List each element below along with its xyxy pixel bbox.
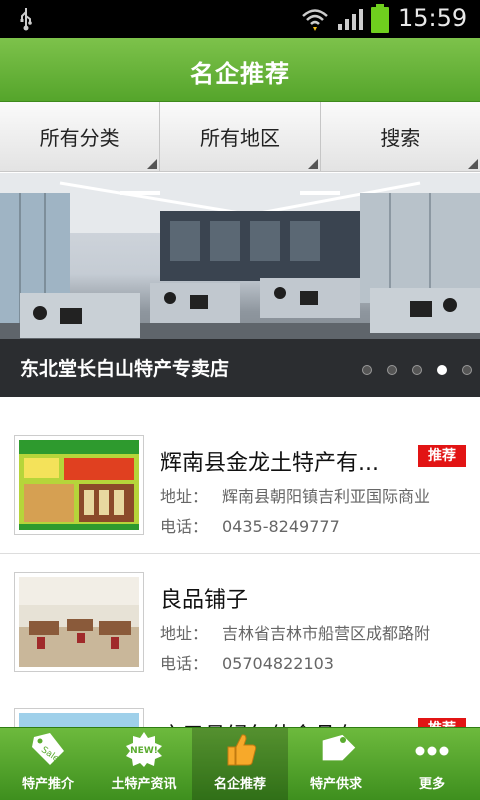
list-item[interactable]: 辉南县金龙土特产有... 推荐 地址： 辉南县朝阳镇吉利亚国际商业 电话： 0435… <box>0 417 480 554</box>
phone-label: 电话： <box>160 517 209 536</box>
company-thumbnail <box>14 435 144 535</box>
nav-item-local-news[interactable]: NEW! 土特产资讯 <box>96 728 192 800</box>
list-item[interactable]: 良品铺子 地址： 吉林省吉林市船营区成都路附 电话： 05704822103 <box>0 554 480 691</box>
status-bar: 15:59 <box>0 0 480 38</box>
dropdown-corner-icon <box>467 159 478 169</box>
svg-text:NEW!: NEW! <box>130 746 158 756</box>
phone-value[interactable]: 0435-8249777 <box>222 517 340 536</box>
recommended-badge: 推荐 <box>418 718 466 727</box>
category-filter-button[interactable]: 所有分类 <box>0 102 161 171</box>
carousel-indicator <box>362 365 472 375</box>
phone-row: 电话： 0435-8249777 <box>160 513 340 537</box>
address-label: 地址： <box>160 624 209 643</box>
carousel-dot[interactable] <box>462 365 472 375</box>
address-row: 地址： 辉南县朝阳镇吉利亚国际商业 <box>160 483 430 507</box>
company-name: 辉南县金龙土特产有... <box>160 451 379 476</box>
company-name: 庆元县绿尔佳食品有... <box>160 718 379 727</box>
factory-photo <box>19 713 139 727</box>
nav-item-famous-companies[interactable]: 名企推荐 <box>192 728 288 800</box>
recommended-badge: 推荐 <box>418 445 466 467</box>
battery-icon <box>371 4 389 33</box>
price-tag-icon <box>322 734 356 761</box>
more-dots-icon <box>415 746 449 756</box>
clock: 15:59 <box>398 4 468 32</box>
phone-row: 电话： 05704822103 <box>160 650 334 674</box>
sale-tag-icon: Sale <box>32 733 64 765</box>
title-bar: 名企推荐 <box>0 38 480 102</box>
company-thumbnail <box>14 708 144 727</box>
dropdown-corner-icon <box>147 159 158 169</box>
company-thumbnail <box>14 572 144 672</box>
region-filter-label: 所有地区 <box>199 126 280 150</box>
list-item[interactable]: 庆元县绿尔佳食品有... 推荐 <box>0 690 480 727</box>
new-badge-icon: NEW! <box>126 732 162 767</box>
usb-icon <box>20 8 32 31</box>
nav-item-more[interactable]: 更多 <box>384 728 480 800</box>
phone-value[interactable]: 05704822103 <box>222 654 334 673</box>
nav-label: 特产推介 <box>21 777 74 792</box>
nav-label: 特产供求 <box>309 777 362 792</box>
filter-bar: 所有分类 所有地区 搜索 <box>0 102 480 172</box>
banner-carousel[interactable]: 东北堂长白山特产专卖店 <box>0 173 480 397</box>
company-name: 良品铺子 <box>160 588 249 613</box>
category-filter-label: 所有分类 <box>39 126 120 150</box>
search-button[interactable]: 搜索 <box>321 102 480 171</box>
address-value: 吉林省吉林市船营区成都路附 <box>222 624 431 643</box>
nav-item-supply-demand[interactable]: 特产供求 <box>288 728 384 800</box>
company-list: 辉南县金龙土特产有... 推荐 地址： 辉南县朝阳镇吉利亚国际商业 电话： 0435… <box>0 397 480 727</box>
dropdown-corner-icon <box>307 159 318 169</box>
region-filter-button[interactable]: 所有地区 <box>160 102 321 171</box>
address-label: 地址： <box>160 487 209 506</box>
carousel-dot[interactable] <box>362 365 372 375</box>
search-label: 搜索 <box>380 126 421 150</box>
carousel-dot[interactable] <box>387 365 397 375</box>
nav-label: 名企推荐 <box>213 777 266 792</box>
nav-item-specialty-promo[interactable]: Sale 特产推介 <box>0 728 96 800</box>
address-value: 辉南县朝阳镇吉利亚国际商业 <box>222 487 431 506</box>
signal-icon <box>338 9 363 30</box>
thumbs-up-icon <box>227 734 257 766</box>
address-row: 地址： 吉林省吉林市船营区成都路附 <box>160 620 430 644</box>
bottom-navigation: Sale 特产推介 NEW! 土特产资讯 名企推荐 特产供求 更多 <box>0 727 480 800</box>
nav-label: 土特产资讯 <box>111 777 177 792</box>
wifi-icon <box>302 9 328 31</box>
banner-caption: 东北堂长白山特产专卖店 <box>20 358 230 380</box>
phone-label: 电话： <box>160 654 209 673</box>
page-title: 名企推荐 <box>190 60 290 88</box>
carousel-dot[interactable] <box>412 365 422 375</box>
store-photo <box>19 440 139 530</box>
carousel-dot-active[interactable] <box>437 365 447 375</box>
nav-label: 更多 <box>418 777 445 792</box>
office-photo <box>19 577 139 667</box>
